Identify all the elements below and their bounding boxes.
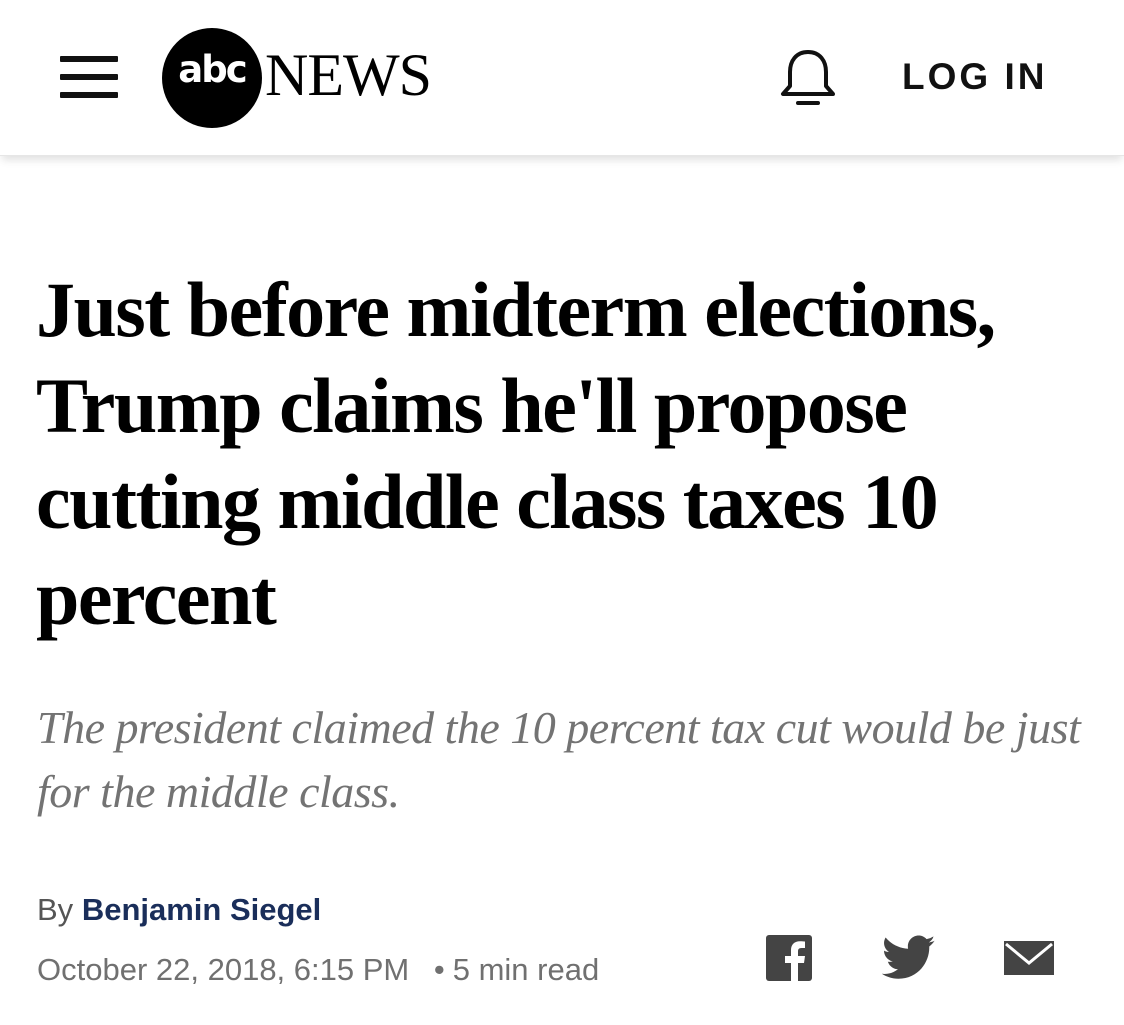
read-time: 5 min read <box>452 952 600 987</box>
twitter-icon <box>881 935 936 979</box>
notifications-button[interactable] <box>778 46 838 108</box>
article-meta: October 22, 2018, 6:15 PM • 5 min read <box>37 950 599 990</box>
article-headline: Just before midterm elections, Trump cla… <box>36 266 996 641</box>
menu-bar <box>60 56 118 62</box>
share-twitter-button[interactable] <box>881 935 936 981</box>
abc-news-logo[interactable]: abc NEWS <box>162 28 462 128</box>
share-facebook-button[interactable] <box>766 935 812 981</box>
top-header: abc NEWS LOG IN <box>0 0 1124 156</box>
email-icon <box>1004 941 1054 975</box>
login-button[interactable]: LOG IN <box>902 56 1047 98</box>
publish-date: October 22, 2018, 6:15 PM <box>37 952 410 987</box>
author-link[interactable]: Benjamin Siegel <box>82 892 321 927</box>
hamburger-menu-button[interactable] <box>58 52 122 104</box>
menu-bar <box>60 92 118 98</box>
byline: By Benjamin Siegel <box>37 890 321 930</box>
abc-logo-circle: abc <box>162 28 262 128</box>
article-subheadline: The president claimed the 10 percent tax… <box>37 702 1081 817</box>
bell-icon <box>781 50 835 105</box>
news-logo-text: NEWS <box>265 42 432 108</box>
abc-logo-text: abc <box>178 48 247 91</box>
facebook-icon <box>766 935 812 981</box>
share-email-button[interactable] <box>1002 935 1056 981</box>
menu-bar <box>60 74 118 80</box>
byline-prefix: By <box>37 892 74 927</box>
meta-separator: • <box>433 952 445 987</box>
